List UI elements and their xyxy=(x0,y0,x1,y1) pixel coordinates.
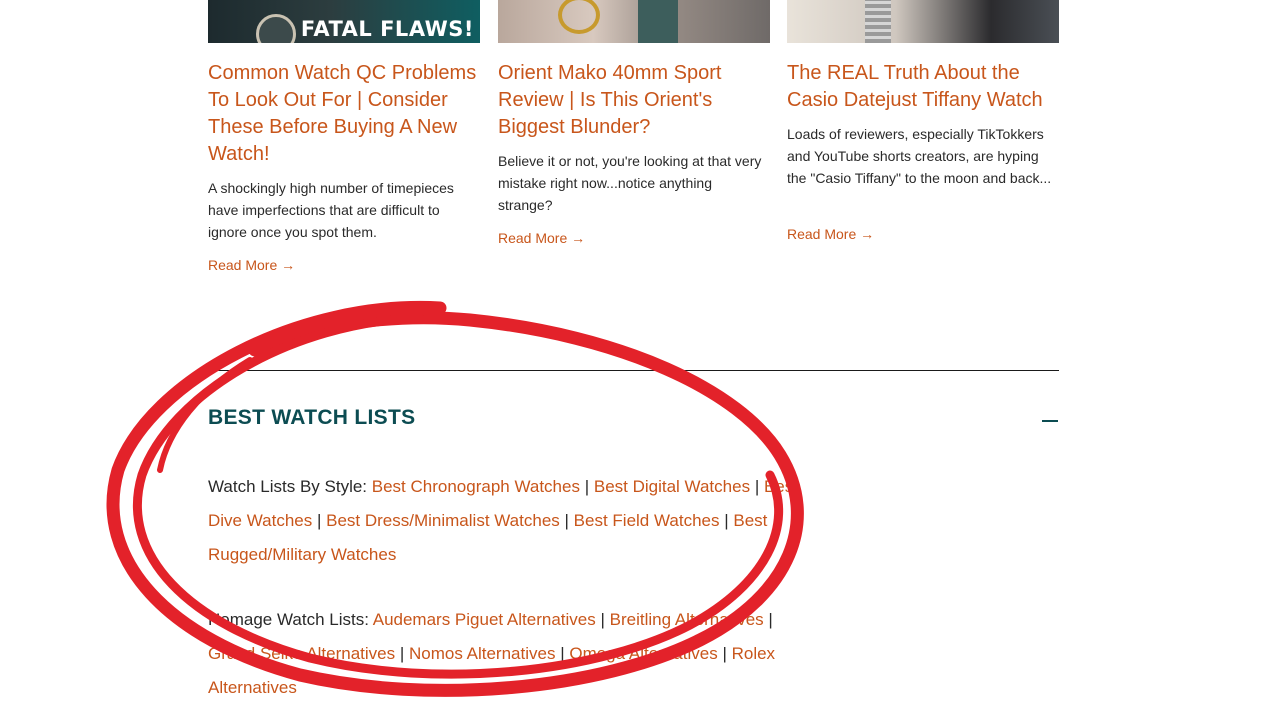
list-link[interactable]: Audemars Piguet Alternatives xyxy=(373,610,596,629)
list-label: Watch Lists By Style: xyxy=(208,477,368,496)
minus-bar xyxy=(1042,420,1058,422)
separator: | xyxy=(564,511,569,530)
minus-icon[interactable] xyxy=(1040,410,1060,430)
article-title[interactable]: The REAL Truth About the Casio Datejust … xyxy=(787,60,1059,114)
article-excerpt: Loads of reviewers, especially TikTokker… xyxy=(787,126,1052,186)
read-more-link[interactable]: Read More → xyxy=(498,230,585,246)
list-link[interactable]: Best Digital Watches xyxy=(594,477,750,496)
list-link[interactable]: Grand Seiko Alternatives xyxy=(208,644,395,663)
watch-graphic xyxy=(256,14,296,43)
related-articles: FATAL FLAWS! Common Watch QC Problems To… xyxy=(208,0,1059,290)
article-thumbnail[interactable]: FATAL FLAWS! xyxy=(208,0,480,43)
separator: | xyxy=(399,644,405,663)
section-title[interactable]: BEST WATCH LISTS xyxy=(208,406,415,430)
read-more-link[interactable]: Read More → xyxy=(787,226,874,242)
list-link[interactable]: Breitling Alternatives xyxy=(610,610,764,629)
article-title[interactable]: Common Watch QC Problems To Look Out For… xyxy=(208,60,480,168)
separator: | xyxy=(584,477,590,496)
watch-graphic xyxy=(638,0,678,43)
homage-watch-lists: Homage Watch Lists: Audemars Piguet Alte… xyxy=(208,603,808,705)
separator: | xyxy=(600,610,605,629)
list-label: Homage Watch Lists: xyxy=(208,610,369,629)
separator: | xyxy=(560,644,565,663)
article-excerpt: A shockingly high number of timepieces h… xyxy=(208,180,454,240)
section-divider xyxy=(208,370,1059,371)
separator: | xyxy=(722,644,727,663)
article-thumbnail[interactable] xyxy=(787,0,1059,43)
list-link[interactable]: Nomos Alternatives xyxy=(409,644,555,663)
article-thumbnail[interactable] xyxy=(498,0,770,43)
article-title[interactable]: Orient Mako 40mm Sport Review | Is This … xyxy=(498,60,770,141)
list-link[interactable]: Best Dress/Minimalist Watches xyxy=(326,511,560,530)
separator: | xyxy=(768,610,773,629)
list-link[interactable]: Best Field Watches xyxy=(574,511,720,530)
read-more-link[interactable]: Read More → xyxy=(208,257,295,273)
separator: | xyxy=(724,511,729,530)
list-link[interactable]: Best Chronograph Watches xyxy=(372,477,580,496)
separator: | xyxy=(316,511,322,530)
article-excerpt: Believe it or not, you're looking at tha… xyxy=(498,153,762,213)
separator: | xyxy=(754,477,760,496)
thumbnail-caption: FATAL FLAWS! xyxy=(300,17,474,41)
list-link[interactable]: Omega Alternatives xyxy=(569,644,717,663)
style-watch-lists: Watch Lists By Style: Best Chronograph W… xyxy=(208,470,808,572)
bracelet-graphic xyxy=(865,0,891,43)
ring-graphic xyxy=(558,0,600,34)
